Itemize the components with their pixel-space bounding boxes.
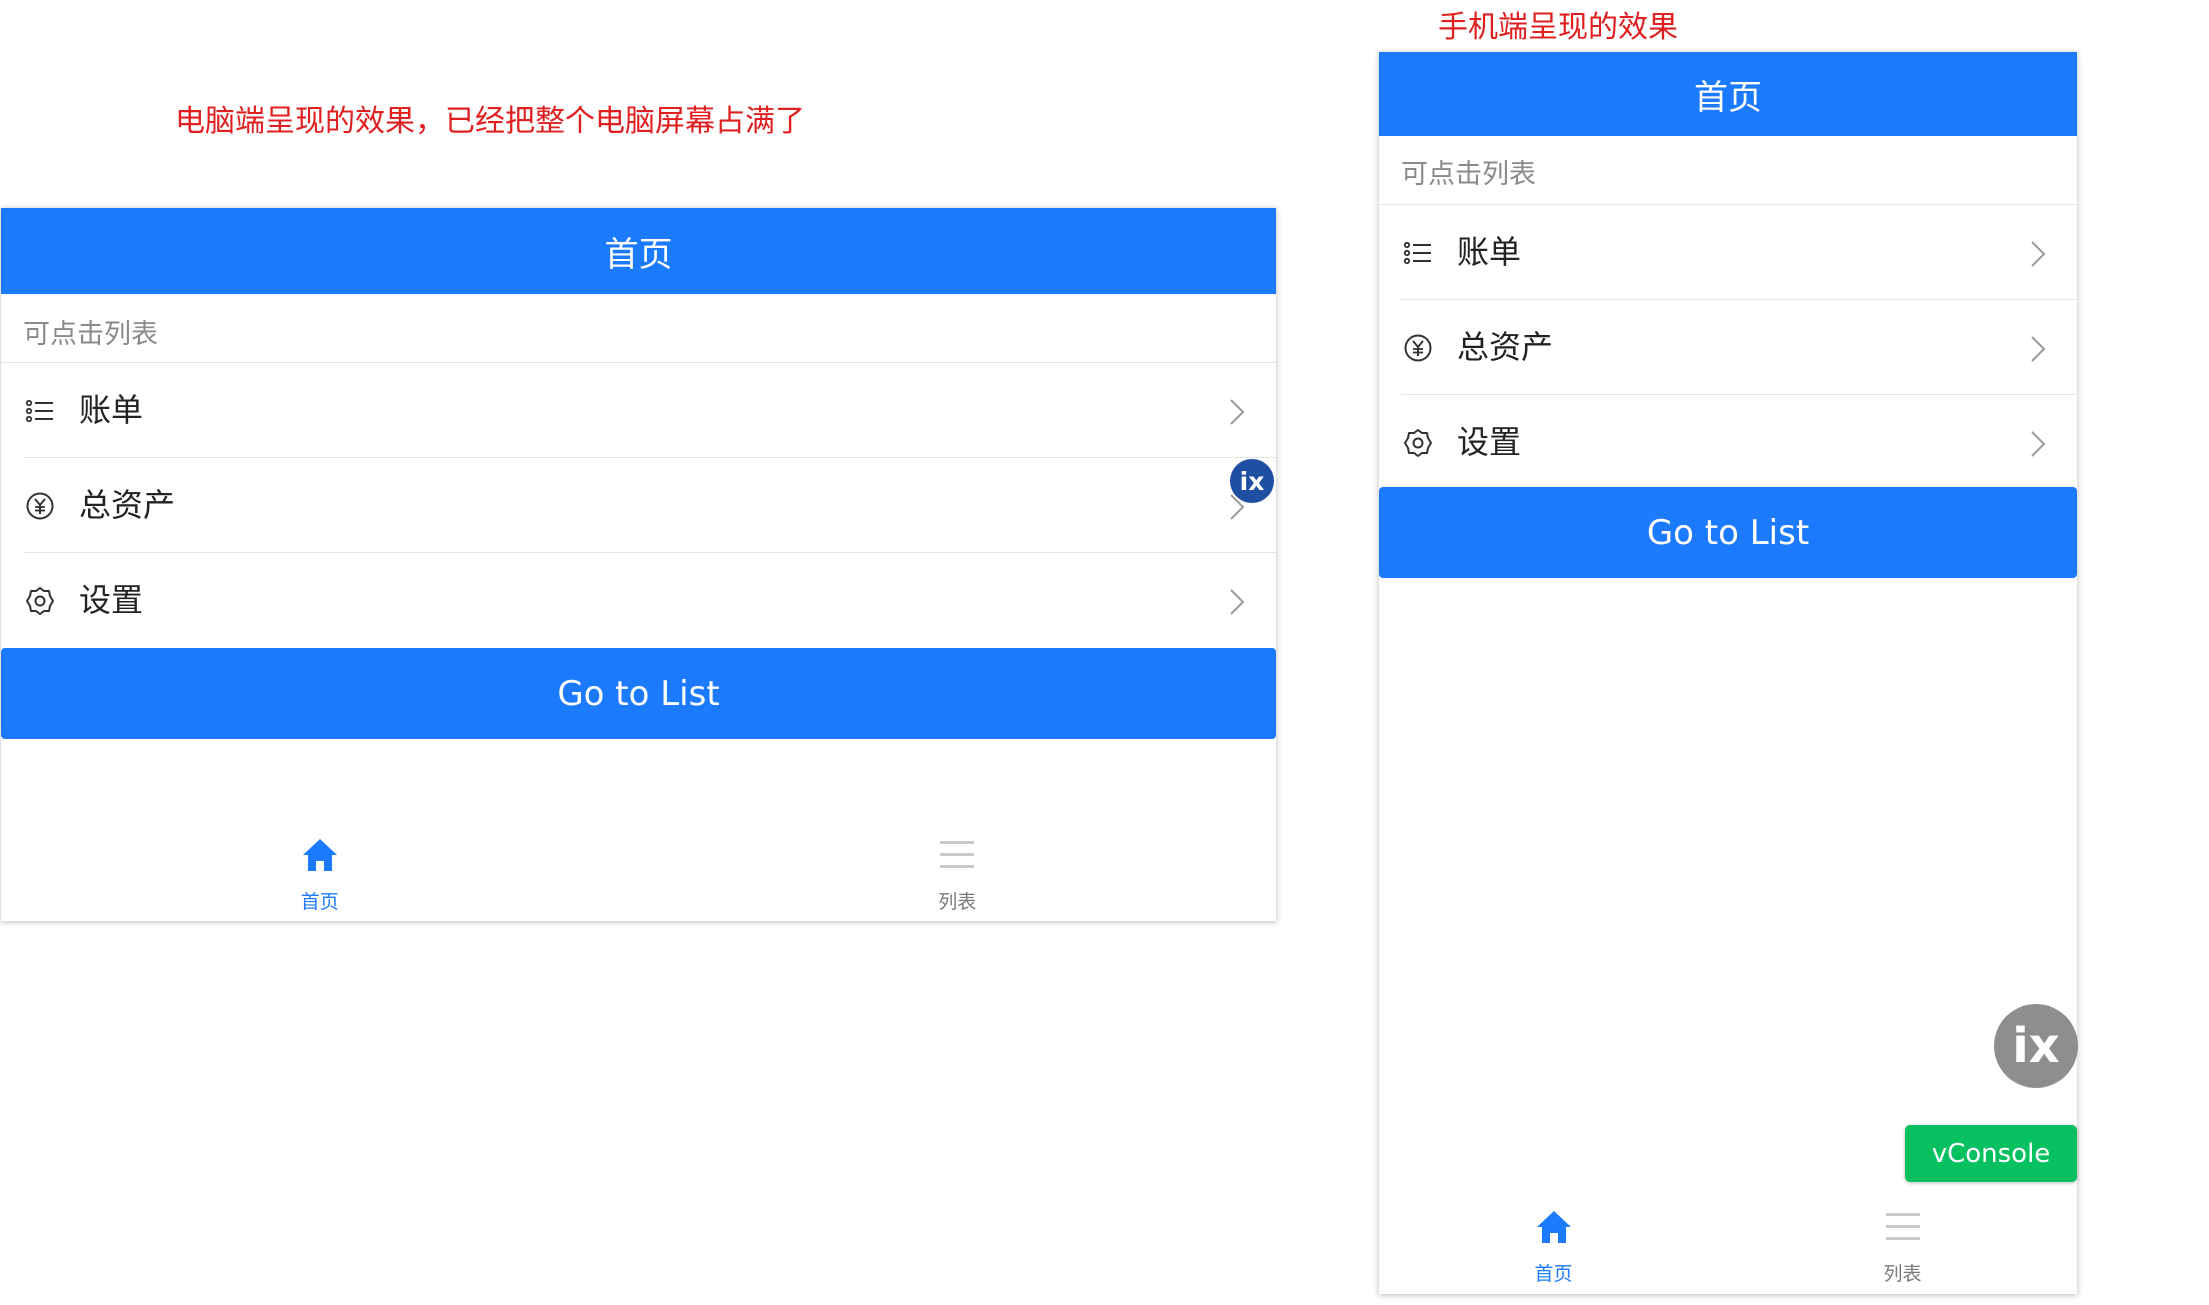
tab-list[interactable]: 列表 [1728,1197,2077,1293]
cell-bill[interactable]: 账单 [1,363,1276,458]
gear-icon [26,587,54,615]
tab-bar: 首页 列表 [1379,1197,2077,1293]
chevron-right-icon [1230,589,1245,615]
yen-icon [26,492,54,520]
nav-title: 首页 [604,234,673,275]
section-title: 可点击列表 [1401,159,1536,190]
menu-icon [940,841,975,868]
home-icon [1536,1211,1571,1243]
chevron-right-icon [2031,431,2046,457]
pc-caption: 电脑端呈现的效果，已经把整个电脑屏幕占满了 [175,104,805,139]
cell-label: 总资产 [79,486,176,524]
home-icon [302,839,337,871]
list-icon [25,399,53,423]
cell-settings[interactable]: 设置 [1,553,1276,648]
cell-settings[interactable]: 设置 [1379,395,2077,490]
chevron-right-icon [2031,336,2046,362]
cell-bill[interactable]: 账单 [1379,205,2077,300]
mobile-caption: 手机端呈现的效果 [1438,10,1678,45]
nav-bar: 首页 [1379,52,2077,136]
cell-label: 设置 [1457,423,1522,461]
yen-icon [1404,334,1432,362]
list-icon [1403,241,1431,265]
tab-home[interactable]: 首页 [1,825,639,921]
chevron-right-icon [2031,241,2046,267]
go-to-list-button[interactable]: Go to List [1379,487,2077,578]
cell-label: 设置 [79,581,144,619]
tab-label: 首页 [300,891,339,913]
cell-label: 账单 [1457,233,1522,271]
nav-title: 首页 [1694,77,1762,118]
tab-label: 列表 [1883,1263,1922,1285]
ix-float-button[interactable]: ix [1230,459,1274,503]
cell-assets[interactable]: 总资产 [1,458,1276,553]
ix-float-button[interactable]: ix [1994,1004,2078,1088]
go-to-list-button[interactable]: Go to List [1,648,1276,739]
tab-bar: 首页 列表 [1,825,1276,921]
tab-label: 列表 [938,891,977,913]
cell-label: 总资产 [1457,328,1554,366]
cell-assets[interactable]: 总资产 [1379,300,2077,395]
cell-label: 账单 [79,391,144,429]
tab-list[interactable]: 列表 [639,825,1277,921]
gear-icon [1404,429,1432,457]
nav-bar: 首页 [1,208,1276,294]
tab-home[interactable]: 首页 [1379,1197,1728,1293]
mobile-app-frame: 首页 可点击列表 账单 总资产 设置 Go to List 首页 列表 [1379,52,2077,1294]
chevron-right-icon [1230,399,1245,425]
tab-label: 首页 [1534,1263,1573,1285]
vconsole-button[interactable]: vConsole [1905,1125,2077,1182]
menu-icon [1885,1213,1920,1240]
section-title: 可点击列表 [23,319,158,350]
pc-app-frame: 首页 可点击列表 账单 总资产 设置 Go to List 首页 列表 [1,208,1276,921]
